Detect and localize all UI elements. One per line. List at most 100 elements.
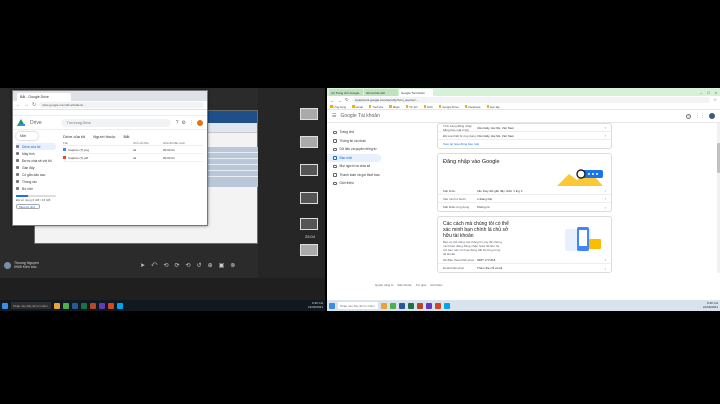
address-bar[interactable]: myaccount.google.com/security?utm_source… [351,97,710,103]
sidebar-item-recent[interactable]: Gần đây [16,164,56,171]
footer-link-terms[interactable]: Điều khoản [398,283,412,287]
slide-thumbnail[interactable] [300,244,318,256]
footer-link-about[interactable]: Giới thiệu [430,283,442,287]
reload-icon[interactable]: ↻ [345,97,349,103]
forward-icon[interactable]: → [24,102,29,108]
bookmark-item[interactable]: Ứng dụng [330,105,346,109]
app-icon[interactable] [435,302,441,309]
recovery-phone-row[interactable]: Số điện thoại khôi phục 0987 173 818 › [438,256,611,264]
footer-link-help[interactable]: Trợ giúp [416,283,426,287]
zoom-icon[interactable]: ⊕ [208,262,213,269]
drive-search-input[interactable]: Tìm trong Drive [60,118,171,127]
bookmark-item[interactable]: YouTube [368,105,383,109]
apps-icon[interactable]: ⋮ [189,120,194,126]
sidebar-item-shared[interactable]: Được chia sẻ với tôi [16,157,56,164]
maximize-icon[interactable]: □ [707,90,709,95]
minimize-icon[interactable]: – [700,90,702,95]
windows-start-icon[interactable] [329,302,335,309]
windows-start-icon[interactable] [2,302,8,309]
buy-storage-button[interactable]: Mua bộ nhớ [16,203,40,209]
sidebar-item-payments[interactable]: Thanh toán và gói thuê bao [327,171,389,180]
bookmark-item[interactable]: Google Drive [438,105,459,109]
app-icon[interactable] [444,302,450,309]
recovery-email-row[interactable]: Email khôi phục Thêm địa chỉ email › [438,264,611,272]
bookmark-item[interactable]: Gmail [352,105,363,109]
activity-row[interactable]: Tình trạng đăng nhập bằng bảo mật 2 lớp C… [438,124,611,132]
password-row[interactable]: Mật khẩu Lần thay đổi gần đây nhất: 1 thg… [438,187,611,195]
bookmark-item[interactable]: Maps [389,105,400,109]
sidebar-item-people-sharing[interactable]: Mọi người và chia sẻ [327,162,389,171]
screen-icon[interactable]: ▣ [219,262,225,269]
avatar[interactable] [197,119,203,126]
slide-thumbnail[interactable] [300,192,318,204]
sidebar-item-home[interactable]: Trang chủ [327,128,389,137]
star-icon[interactable]: ☆ [713,97,717,103]
breadcrumb-item[interactable]: Bắt [123,134,129,139]
pointer-icon[interactable]: ➤ [140,262,145,269]
menu-icon[interactable]: ☰ [332,113,336,119]
close-icon[interactable]: × [715,90,717,95]
sidebar-item-security[interactable]: Bảo mật [327,153,381,162]
table-row[interactable]: Capture (7).png tôi 00:00 tôi [63,146,203,154]
review-activity-link[interactable]: Xem lại hoạt động bảo mật [438,140,611,148]
activity-row[interactable]: Đã xóa thiết bị ứng dụng Cầu Giấy, Hà Nội… [438,132,611,140]
powerpoint-icon[interactable] [417,302,423,309]
footer-link-privacy[interactable]: Quyền riêng tư [375,283,394,287]
table-row[interactable]: Capture (7).pdf tôi 00:00 tôi [63,154,203,162]
two-step-row[interactable]: Xác minh 2 bước ● Đang bật › [438,195,611,203]
chrome-icon[interactable] [63,302,69,309]
sidebar-item-trash[interactable]: Thùng rác [16,178,56,185]
undo-icon[interactable]: ⤺ [151,262,157,269]
slide-thumbnail[interactable] [300,108,318,120]
drive-address-bar[interactable]: drive.google.com/drive/folders/... [39,102,204,108]
avatar[interactable] [709,113,715,119]
chrome-icon[interactable] [390,302,396,309]
drive-browser-tab[interactable]: Bắt - Google Drive [17,93,71,101]
reload-icon[interactable]: ↻ [32,102,36,108]
back-icon[interactable]: ← [330,98,335,103]
bookmark-item[interactable]: Dịch [423,105,433,109]
taskbar-search[interactable]: Nhập vào đây để tìm kiếm [11,302,51,309]
rotate-right-icon[interactable]: ⟳ [174,262,179,269]
sidebar-item-personal-info[interactable]: Thông tin cá nhân [327,137,389,146]
back-icon[interactable]: ← [16,102,21,108]
app-icon[interactable] [117,302,123,309]
bookmark-item[interactable]: Tin tức [405,105,418,109]
taskbar-search[interactable]: Nhập vào đây để tìm kiếm [338,302,378,309]
browser-tab-active[interactable]: Google Tài khoản [399,89,433,96]
settings-icon[interactable]: ⚙ [182,120,186,126]
excel-icon[interactable] [408,302,414,309]
breadcrumb-item[interactable]: Drive của tôi [63,134,85,139]
rotate-left-icon[interactable]: ⟲ [163,262,168,269]
sidebar-item-storage[interactable]: Bộ nhớ [16,185,56,192]
app-icon[interactable] [426,302,432,309]
sidebar-item-about[interactable]: Giới thiệu [327,179,389,188]
bookmark-item[interactable]: Học tập [486,105,500,109]
apps-grid-icon[interactable]: ⋮⋮ [695,113,705,119]
forward-icon[interactable]: → [338,98,343,103]
help-icon[interactable]: ? [686,113,691,119]
slide-thumbnail[interactable] [300,136,318,148]
redo-icon[interactable]: ⟲ [186,262,191,269]
browser-tab[interactable]: (2) Trang chủ Google [329,89,363,96]
new-button[interactable]: Mới [16,132,38,140]
slide-thumbnail[interactable] [300,164,318,176]
sidebar-item-computers[interactable]: Máy tính [16,150,56,157]
refresh-icon[interactable]: ↺ [197,262,202,269]
app-icon[interactable] [108,302,114,309]
help-icon[interactable]: ? [176,120,179,126]
slide-thumbnail[interactable] [300,218,318,230]
word-icon[interactable] [399,302,405,309]
powerpoint-icon[interactable] [90,302,96,309]
folder-icon[interactable] [381,302,387,309]
sidebar-item-data-privacy[interactable]: Dữ liệu và quyền riêng tư [327,145,389,154]
folder-icon[interactable] [54,302,60,309]
bookmark-item[interactable]: Facebook [464,105,481,109]
stop-icon[interactable]: ⊗ [230,262,235,269]
google-drive-window[interactable]: Bắt - Google Drive ← → ↻ drive.google.co… [12,90,208,226]
sidebar-item-starred[interactable]: Có gắn dấu sao [16,171,56,178]
app-passwords-row[interactable]: Mật khẩu ứng dụng Không có › [438,203,611,211]
sidebar-item-my-drive[interactable]: Drive của tôi [16,143,56,150]
breadcrumb-item[interactable]: Người thuộc [93,134,115,139]
browser-tab[interactable]: Ghi lại bài viết [364,89,398,96]
